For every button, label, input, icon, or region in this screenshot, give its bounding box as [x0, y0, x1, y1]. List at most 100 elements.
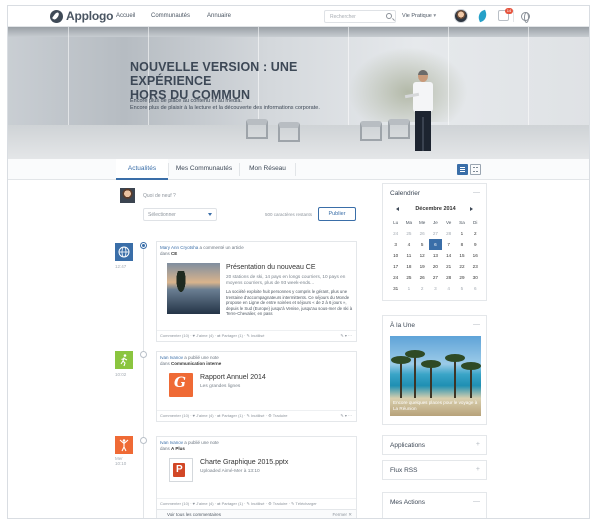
calendar-day[interactable]: 18	[402, 261, 415, 272]
audience-select[interactable]: Sélectionner	[143, 208, 217, 221]
calendar-day[interactable]: 4	[402, 239, 415, 250]
calendar-day[interactable]: 11	[402, 250, 415, 261]
post-actions[interactable]: Commenter (10) · ♥ J'aime (4) · ⇄ Partag…	[157, 410, 356, 421]
article-body: La société exploite huit personnes y com…	[226, 289, 353, 317]
calendar-day[interactable]: 30	[469, 272, 482, 283]
post-author[interactable]: Ivan Ivanov	[160, 355, 183, 360]
note-title[interactable]: Rapport Annuel 2014	[200, 374, 266, 381]
calendar-day[interactable]: 3	[389, 239, 402, 250]
calendar-day-today[interactable]: 6	[428, 239, 443, 250]
calendar-day[interactable]: 1	[402, 283, 415, 294]
close-comments-button[interactable]: Fermer ✕	[332, 510, 352, 518]
calendar-day[interactable]: 14	[442, 250, 455, 261]
post-card[interactable]: Ivan Ivanov a publié une note dans A Plu…	[156, 436, 357, 510]
calendar-day[interactable]: 7	[442, 239, 455, 250]
calendar-day[interactable]: 5	[416, 239, 429, 250]
calendar-day[interactable]: 28	[442, 272, 455, 283]
note-subtitle: Les grandes lignes	[200, 384, 241, 389]
calendar-day[interactable]: 2	[469, 228, 482, 239]
calendar-day[interactable]: 26	[416, 228, 429, 239]
post-card[interactable]: Mary Ann Cryotsha a commenté un article …	[156, 241, 357, 342]
collapse-icon[interactable]: —	[473, 498, 480, 505]
calendar-day[interactable]: 3	[429, 283, 442, 294]
expand-icon[interactable]: +	[476, 441, 480, 448]
grid-view-button[interactable]	[470, 164, 481, 175]
post-target[interactable]: CE	[171, 251, 177, 256]
post-author[interactable]: Mary Ann Cryotsha	[160, 245, 198, 250]
applications-widget[interactable]: Applications +	[382, 435, 487, 455]
widget-title: Mes Actions	[390, 499, 426, 506]
view-comments-label[interactable]: Voir tous les commentaires	[167, 512, 221, 517]
post-actions[interactable]: Commenter (10) · ♥ J'aime (4) · ⇄ Partag…	[157, 498, 356, 509]
calendar-day[interactable]: 10	[389, 250, 402, 261]
featured-image[interactable]: Encore quelques places pour le voyage à …	[390, 336, 481, 416]
calendar-day[interactable]: 25	[402, 228, 415, 239]
calendar-day[interactable]: 8	[455, 239, 468, 250]
post-author[interactable]: Ivan Ivanov	[160, 440, 183, 445]
search-icon[interactable]	[386, 13, 392, 19]
article-image[interactable]	[167, 263, 220, 314]
post-more-menu[interactable]: ✎ ▾ ⋯	[340, 413, 352, 418]
search-box[interactable]: Rechercher	[324, 10, 396, 23]
tab-mon-reseau[interactable]: Mon Réseau	[240, 159, 295, 180]
status-input[interactable]: Quoi de neuf ?	[143, 193, 176, 199]
notification-icon[interactable]: 14	[498, 8, 513, 21]
calendar-day[interactable]: 24	[389, 272, 402, 283]
calendar-day[interactable]: 23	[469, 261, 482, 272]
calendar-day[interactable]: 12	[416, 250, 429, 261]
app-logo[interactable]: Applogo	[50, 9, 113, 23]
nav-item-communautes[interactable]: Communautés	[151, 13, 190, 19]
collapse-icon[interactable]: —	[473, 321, 480, 328]
list-view-button[interactable]	[457, 164, 468, 175]
calendar-day[interactable]: 20	[429, 261, 442, 272]
next-month-icon[interactable]	[470, 207, 473, 211]
post-more-menu[interactable]: ✎ ▾ ⋯	[340, 333, 352, 338]
calendar-day[interactable]: 25	[402, 272, 415, 283]
tab-actualites[interactable]: Actualités	[116, 159, 168, 180]
calendar-day[interactable]: 22	[455, 261, 468, 272]
calendar-day[interactable]: 16	[469, 250, 482, 261]
calendar-day[interactable]: 2	[416, 283, 429, 294]
publish-button[interactable]: Publier	[318, 207, 356, 221]
calendar-day[interactable]: 31	[389, 283, 402, 294]
calendar-day[interactable]: 27	[429, 272, 442, 283]
calendar-day[interactable]: 4	[442, 283, 455, 294]
calendar-day[interactable]: 17	[389, 261, 402, 272]
post-actions[interactable]: Commenter (10) · ♥ J'aime (4) · ⇄ Partag…	[157, 330, 356, 341]
hero-banner[interactable]: NOUVELLE VERSION : UNE EXPÉRIENCE HORS D…	[8, 27, 589, 159]
calendar-day[interactable]: 29	[455, 272, 468, 283]
calendar-day[interactable]: 24	[389, 228, 402, 239]
calendar-day[interactable]: 26	[416, 272, 429, 283]
nav-item-annuaire[interactable]: Annuaire	[207, 13, 231, 19]
user-avatar[interactable]	[454, 9, 468, 23]
calendar-day[interactable]: 5	[455, 283, 468, 294]
calendar-day[interactable]: 27	[429, 228, 442, 239]
calendar-day[interactable]: 1	[455, 228, 468, 239]
feather-icon[interactable]	[476, 9, 489, 23]
rss-widget[interactable]: Flux RSS +	[382, 460, 487, 480]
post-target[interactable]: A Plus	[171, 446, 185, 451]
document-thumbnail[interactable]	[169, 373, 193, 397]
post-header: Ivan Ivanov a publié une note dans A Plu…	[160, 440, 219, 452]
calendar-day[interactable]: 15	[455, 250, 468, 261]
collapse-icon[interactable]: —	[473, 189, 480, 196]
article-title[interactable]: Présentation du nouveau CE	[226, 264, 316, 271]
calendar-day[interactable]: 19	[416, 261, 429, 272]
powerpoint-file-icon[interactable]	[169, 458, 193, 482]
post-target[interactable]: Communication interne	[171, 361, 221, 366]
calendar-day[interactable]: 9	[469, 239, 482, 250]
tab-mes-communautes[interactable]: Mes Communautés	[169, 159, 239, 180]
space-selector[interactable]: Vie Pratique ▾	[402, 13, 436, 19]
view-all-comments[interactable]: Voir tous les commentaires Fermer ✕	[156, 510, 357, 518]
calendar-day[interactable]: 28	[442, 228, 455, 239]
calendar-day[interactable]: 6	[469, 283, 482, 294]
file-title[interactable]: Charte Graphique 2015.pptx	[200, 459, 288, 466]
globe-icon[interactable]	[521, 12, 530, 23]
expand-icon[interactable]: +	[476, 466, 480, 473]
article-subtitle: 20 stations de ski, 14 pays en longs cou…	[226, 274, 346, 285]
nav-item-accueil[interactable]: Accueil	[116, 13, 135, 19]
post-card[interactable]: Ivan Ivanov a publié une note dans Commu…	[156, 351, 357, 422]
calendar-day[interactable]: 13	[429, 250, 442, 261]
search-input[interactable]: Rechercher	[330, 14, 356, 20]
calendar-day[interactable]: 21	[442, 261, 455, 272]
